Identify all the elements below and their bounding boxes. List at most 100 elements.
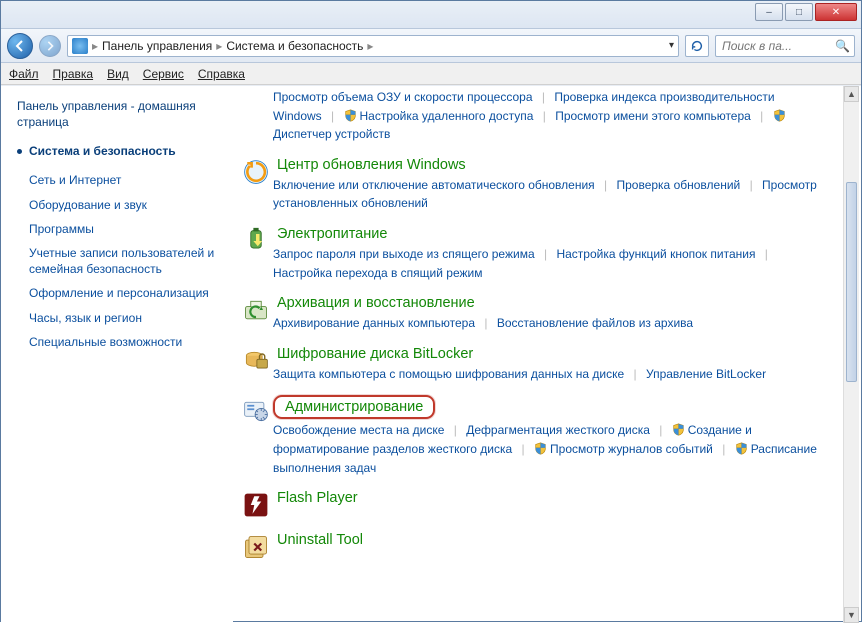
breadcrumb-sep-icon: ▸: [367, 39, 373, 53]
breadcrumb-current[interactable]: Система и безопасность: [226, 39, 363, 53]
breadcrumb-root[interactable]: Панель управления: [102, 39, 212, 53]
category-links: Включение или отключение автоматического…: [273, 176, 823, 213]
content-pane: Просмотр объема ОЗУ и скорости процессор…: [233, 86, 861, 623]
sidebar-item[interactable]: Оформление и персонализация: [17, 281, 221, 305]
category-bitlocker: Шифрование диска BitLocker Защита компьют…: [239, 345, 823, 384]
category-title[interactable]: Шифрование диска BitLocker: [273, 345, 477, 363]
category-title[interactable]: Центр обновления Windows: [273, 156, 470, 174]
category-flash: Flash Player: [239, 489, 823, 519]
task-link[interactable]: Настройка функций кнопок питания: [556, 247, 755, 261]
shield-icon: [735, 442, 748, 455]
scroll-track[interactable]: [844, 102, 859, 607]
task-link[interactable]: Проверка обновлений: [616, 178, 740, 192]
category-links: Архивирование данных компьютера | Восста…: [273, 314, 823, 333]
category-backup: Архивация и восстановление Архивирование …: [239, 294, 823, 333]
task-link[interactable]: Дефрагментация жесткого диска: [466, 423, 650, 437]
windows-update-icon: [239, 156, 273, 213]
link-separator: |: [522, 440, 525, 459]
menu-tools[interactable]: Сервис: [143, 67, 184, 81]
power-icon: [239, 225, 273, 282]
task-link[interactable]: Восстановление файлов из архива: [497, 316, 693, 330]
refresh-button[interactable]: [685, 35, 709, 57]
nav-forward-button[interactable]: [39, 35, 61, 57]
category-title[interactable]: Архивация и восстановление: [273, 294, 479, 312]
uninstall-icon: [239, 531, 273, 561]
task-link[interactable]: Запрос пароля при выходе из спящего режи…: [273, 247, 535, 261]
task-link[interactable]: Просмотр имени этого компьютера: [555, 109, 751, 123]
window-titlebar: – □ ✕: [1, 1, 861, 29]
sidebar-item-active[interactable]: Система и безопасность: [17, 144, 221, 158]
task-link[interactable]: Архивирование данных компьютера: [273, 316, 475, 330]
task-link[interactable]: Диспетчер устройств: [273, 127, 390, 141]
backup-icon: [239, 294, 273, 333]
menu-file[interactable]: Файл: [9, 67, 39, 81]
close-button[interactable]: ✕: [815, 3, 857, 21]
category-power: Электропитание Запрос пароля при выходе и…: [239, 225, 823, 282]
nav-toolbar: ▸ Панель управления ▸ Система и безопасн…: [1, 29, 861, 63]
link-separator: |: [634, 365, 637, 384]
task-link[interactable]: Настройка перехода в спящий режим: [273, 266, 482, 280]
sidebar-item[interactable]: Сеть и Интернет: [17, 168, 221, 192]
search-box[interactable]: 🔍: [715, 35, 855, 57]
category-title[interactable]: Электропитание: [273, 225, 391, 243]
link-separator: |: [543, 107, 546, 126]
minimize-button[interactable]: –: [755, 3, 783, 21]
category-admin: АдминистрированиеОсвобождение места на д…: [239, 395, 823, 477]
sidebar: Панель управления - домашняя страница Си…: [1, 86, 233, 623]
link-separator: |: [765, 245, 768, 264]
vertical-scrollbar[interactable]: ▲ ▼: [843, 86, 859, 623]
nav-back-button[interactable]: [7, 33, 33, 59]
menu-edit[interactable]: Правка: [53, 67, 94, 81]
category-windows-update: Центр обновления Windows Включение или от…: [239, 156, 823, 213]
scroll-up-button[interactable]: ▲: [844, 86, 859, 102]
link-separator: |: [542, 88, 545, 107]
sidebar-item[interactable]: Учетные записи пользователей и семейная …: [17, 241, 221, 281]
task-link[interactable]: Настройка удаленного доступа: [360, 109, 534, 123]
link-separator: |: [760, 107, 763, 126]
sidebar-item[interactable]: Часы, язык и регион: [17, 306, 221, 330]
link-separator: |: [331, 107, 334, 126]
sidebar-item[interactable]: Оборудование и звук: [17, 193, 221, 217]
link-separator: |: [454, 421, 457, 440]
admin-icon: [239, 395, 273, 477]
link-separator: |: [604, 176, 607, 195]
sidebar-home-link[interactable]: Панель управления - домашняя страница: [17, 98, 221, 130]
address-dropdown-icon[interactable]: ▾: [669, 40, 674, 51]
category-links: Запрос пароля при выходе из спящего режи…: [273, 245, 823, 282]
scroll-down-button[interactable]: ▼: [844, 607, 859, 623]
link-separator: |: [484, 314, 487, 333]
link-separator: |: [544, 245, 547, 264]
address-bar[interactable]: ▸ Панель управления ▸ Система и безопасн…: [67, 35, 679, 57]
shield-icon: [534, 442, 547, 455]
menu-view[interactable]: Вид: [107, 67, 129, 81]
breadcrumb-sep-icon: ▸: [92, 39, 98, 53]
shield-icon: [773, 109, 786, 122]
breadcrumb-sep-icon: ▸: [216, 39, 222, 53]
task-link[interactable]: Управление BitLocker: [646, 367, 766, 381]
flash-icon: [239, 489, 273, 519]
task-link[interactable]: Просмотр объема ОЗУ и скорости процессор…: [273, 90, 533, 104]
search-input[interactable]: [720, 38, 831, 54]
category-uninstall: Uninstall Tool: [239, 531, 823, 561]
category-links: Защита компьютера с помощью шифрования д…: [273, 365, 823, 384]
scroll-thumb[interactable]: [846, 182, 857, 382]
bitlocker-icon: [239, 345, 273, 384]
task-link[interactable]: Освобождение места на диске: [273, 423, 444, 437]
task-link[interactable]: Включение или отключение автоматического…: [273, 178, 595, 192]
category-title[interactable]: Администрирование: [273, 395, 435, 419]
shield-icon: [344, 109, 357, 122]
category-links: Освобождение места на диске | Дефрагмент…: [273, 421, 823, 477]
search-icon[interactable]: 🔍: [835, 39, 850, 53]
menubar: Файл Правка Вид Сервис Справка: [1, 63, 861, 85]
maximize-button[interactable]: □: [785, 3, 813, 21]
link-separator: |: [750, 176, 753, 195]
sidebar-item[interactable]: Специальные возможности: [17, 330, 221, 354]
shield-icon: [672, 423, 685, 436]
category-title[interactable]: Flash Player: [273, 489, 362, 507]
task-link[interactable]: Защита компьютера с помощью шифрования д…: [273, 367, 624, 381]
category-title[interactable]: Uninstall Tool: [273, 531, 367, 549]
sidebar-item[interactable]: Программы: [17, 217, 221, 241]
task-link[interactable]: Просмотр журналов событий: [550, 442, 713, 456]
link-separator: |: [722, 440, 725, 459]
menu-help[interactable]: Справка: [198, 67, 245, 81]
